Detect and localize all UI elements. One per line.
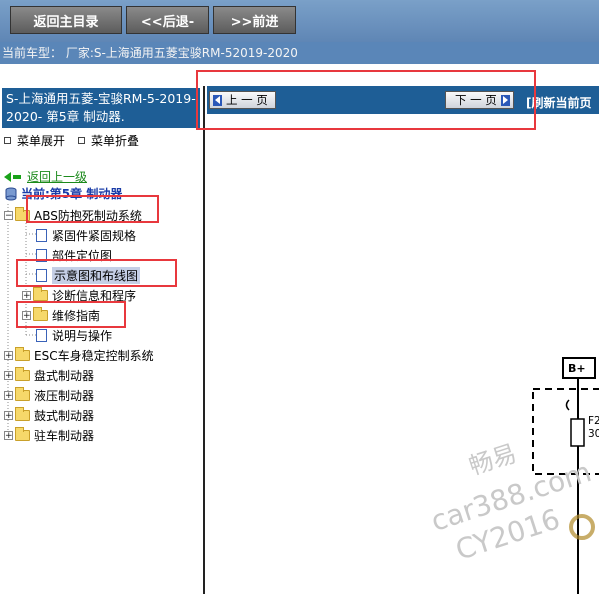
folder-icon (15, 347, 30, 361)
tree-item[interactable]: 紧固件紧固规格 (36, 227, 136, 244)
folder-icon (15, 407, 30, 421)
annotation-box-diagram (16, 259, 177, 287)
bplus-label: B+ (568, 362, 586, 375)
tree-item-label: 紧固件紧固规格 (52, 229, 137, 243)
annotation-box-abs (26, 195, 159, 223)
tree-item-label: 驻车制动器 (34, 429, 95, 443)
expand-toggle-icon[interactable]: + (4, 391, 13, 401)
tree-item[interactable]: 说明与操作 (36, 327, 112, 344)
tree-item-label: 鼓式制动器 (34, 409, 95, 423)
tree-item-label: 盘式制动器 (34, 369, 95, 383)
back-button[interactable]: <<后退- (126, 6, 209, 34)
tree-item-label: 液压制动器 (34, 389, 95, 403)
tree-item-label: 说明与操作 (52, 329, 113, 343)
left-menu-pane: S-上海通用五菱-宝骏RM-5-2019-2020- 第5章 制动器. 菜单展开… (0, 86, 205, 594)
fuse-symbol (570, 418, 585, 447)
folder-icon (15, 427, 30, 441)
tree-item-label: ESC车身稳定控制系统 (34, 349, 154, 363)
tree-item[interactable]: + 驻车制动器 (4, 427, 94, 444)
document-icon (36, 229, 47, 242)
folder-icon (15, 367, 30, 381)
tree-item[interactable]: + ESC车身稳定控制系统 (4, 347, 154, 364)
document-icon (36, 329, 47, 342)
expand-toggle-icon[interactable]: + (4, 371, 13, 381)
tree-item[interactable]: + 盘式制动器 (4, 367, 94, 384)
logo-mark (569, 514, 595, 540)
expand-toggle-icon[interactable]: + (4, 411, 13, 421)
top-toolbar: 返回主目录 <<后退- >>前进 (0, 0, 599, 42)
fuse-label-b: 30 (588, 428, 599, 440)
folder-icon (15, 387, 30, 401)
expand-toggle-icon[interactable]: + (22, 291, 31, 301)
current-vehicle-bar: 当前车型： 厂家:S-上海通用五菱宝骏RM-52019-2020 (0, 42, 599, 64)
fuse-link (565, 399, 570, 411)
annotation-box-nav (196, 70, 536, 130)
forward-button[interactable]: >>前进 (213, 6, 296, 34)
annotation-box-repair (16, 301, 126, 328)
fuse-label-a: F2 (588, 415, 599, 427)
home-button[interactable]: 返回主目录 (10, 6, 122, 34)
tree-item[interactable]: + 液压制动器 (4, 387, 94, 404)
expand-toggle-icon[interactable]: + (4, 431, 13, 441)
expand-toggle-icon[interactable]: + (4, 351, 13, 361)
folder-icon (33, 287, 48, 301)
tree-item[interactable]: + 鼓式制动器 (4, 407, 94, 424)
collapse-toggle-icon[interactable]: − (4, 211, 13, 221)
